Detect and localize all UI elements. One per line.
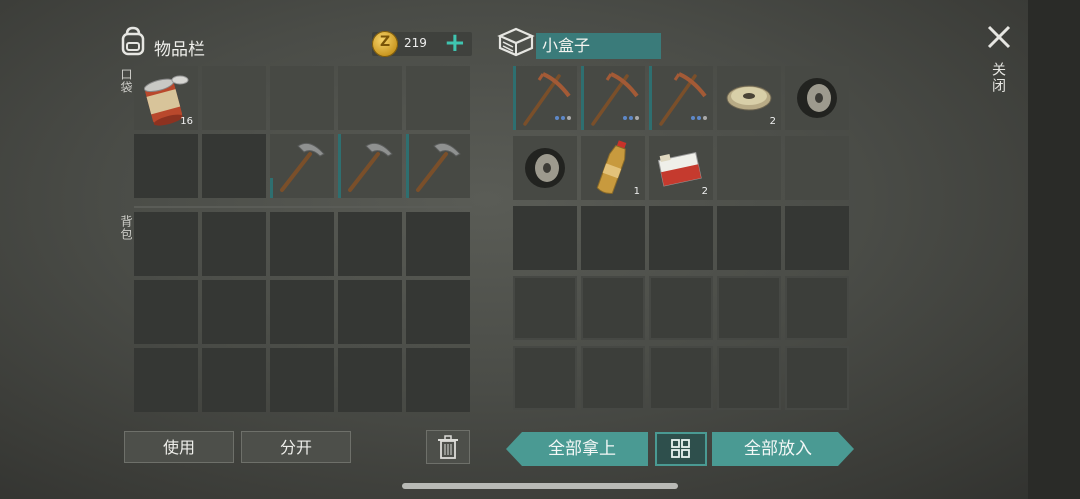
inventory-slot[interactable]: [134, 134, 198, 198]
use-button[interactable]: 使用: [124, 431, 234, 463]
put-all-label: 全部放入: [744, 439, 812, 459]
rarity-dots: [621, 105, 639, 124]
add-coin-button[interactable]: +: [444, 28, 466, 58]
container-slot[interactable]: [785, 206, 849, 270]
sort-button[interactable]: [655, 432, 707, 466]
coin-amount: 219: [404, 36, 427, 50]
trash-icon: [438, 435, 458, 459]
container-slot-locked: [785, 346, 849, 410]
pickaxe-icon: [348, 142, 393, 192]
inventory-slot[interactable]: [270, 212, 334, 276]
take-all-button[interactable]: 全部拿上: [506, 432, 648, 466]
inventory-slot[interactable]: [406, 348, 470, 412]
container-slot[interactable]: [649, 66, 713, 130]
inventory-slot[interactable]: [202, 212, 266, 276]
container-slot-locked: [513, 276, 577, 340]
container-slot[interactable]: [581, 66, 645, 130]
backpack-label: 背包: [119, 215, 133, 241]
container-slot[interactable]: [581, 206, 645, 270]
rarity-dots: [689, 105, 707, 124]
tire-wheel-icon: [797, 78, 837, 118]
inventory-slot[interactable]: [202, 348, 266, 412]
durability-bar: [581, 66, 584, 130]
container-slot[interactable]: [785, 66, 849, 130]
durability-bar: [338, 134, 341, 198]
inventory-slot[interactable]: [406, 66, 470, 130]
grid-sort-icon: [671, 439, 690, 458]
right-edge-panel: [1028, 0, 1080, 499]
inventory-slot[interactable]: [338, 134, 402, 198]
container-grid: 2 1 2: [513, 66, 849, 412]
box-icon: [497, 27, 535, 57]
take-all-label: 全部拿上: [548, 439, 616, 459]
pocket-label: 口袋: [119, 68, 133, 94]
pickaxe-icon: [416, 142, 461, 192]
coin-icon: Z: [372, 31, 398, 57]
inventory-slot[interactable]: [338, 212, 402, 276]
home-indicator[interactable]: [402, 483, 678, 489]
pocket-grid: 16: [134, 66, 470, 198]
inventory-title: 物品栏: [154, 40, 205, 60]
container-slot[interactable]: [513, 136, 577, 200]
container-slot[interactable]: 2: [717, 66, 781, 130]
container-slot-locked: [581, 346, 645, 410]
container-slot-locked: [649, 276, 713, 340]
grid-clip: [500, 412, 860, 432]
durability-bar: [649, 66, 652, 130]
pickaxe-icon: [280, 142, 325, 192]
item-quantity: 1: [633, 186, 640, 197]
inventory-slot[interactable]: [202, 66, 266, 130]
item-quantity: 2: [769, 116, 776, 127]
rarity-dots: [553, 105, 571, 124]
durability-bar: [513, 66, 516, 130]
container-slot[interactable]: [513, 206, 577, 270]
backpack-grid: [134, 212, 470, 412]
container-slot[interactable]: [785, 136, 849, 200]
inventory-slot[interactable]: [202, 134, 266, 198]
container-name-field[interactable]: 小盒子: [536, 33, 661, 59]
container-slot[interactable]: 1: [581, 136, 645, 200]
container-slot-locked: [581, 276, 645, 340]
inventory-slot[interactable]: [406, 280, 470, 344]
inventory-slot[interactable]: [406, 134, 470, 198]
inventory-slot[interactable]: 16: [134, 66, 198, 130]
section-divider: [134, 206, 472, 208]
container-slot[interactable]: [717, 136, 781, 200]
container-slot-locked: [717, 276, 781, 340]
container-slot[interactable]: [513, 66, 577, 130]
durability-bar: [270, 178, 273, 198]
container-slot[interactable]: 2: [649, 136, 713, 200]
close-label[interactable]: 关闭: [988, 62, 1008, 94]
container-slot-locked: [513, 346, 577, 410]
container-slot[interactable]: [649, 206, 713, 270]
inventory-slot[interactable]: [338, 280, 402, 344]
inventory-slot[interactable]: [134, 348, 198, 412]
inventory-slot[interactable]: [270, 280, 334, 344]
backpack-icon: [121, 26, 145, 56]
trash-button[interactable]: [426, 430, 470, 464]
inventory-slot[interactable]: [270, 348, 334, 412]
durability-bar: [406, 134, 409, 198]
inventory-slot[interactable]: [202, 280, 266, 344]
inventory-slot[interactable]: [134, 280, 198, 344]
container-slot[interactable]: [717, 206, 781, 270]
container-slot-locked: [785, 276, 849, 340]
inventory-slot[interactable]: [338, 348, 402, 412]
container-slot-locked: [649, 346, 713, 410]
item-quantity: 16: [180, 116, 193, 127]
item-quantity: 2: [701, 186, 708, 197]
close-icon[interactable]: [986, 24, 1012, 50]
inventory-slot[interactable]: [338, 66, 402, 130]
coin-counter: Z 219 +: [372, 28, 472, 58]
inventory-slot[interactable]: [270, 66, 334, 130]
split-button[interactable]: 分开: [241, 431, 351, 463]
put-all-button[interactable]: 全部放入: [712, 432, 854, 466]
container-slot-locked: [717, 346, 781, 410]
inventory-slot[interactable]: [134, 212, 198, 276]
inventory-slot[interactable]: [406, 212, 470, 276]
inventory-slot[interactable]: [270, 134, 334, 198]
tire-wheel-icon: [525, 148, 565, 188]
